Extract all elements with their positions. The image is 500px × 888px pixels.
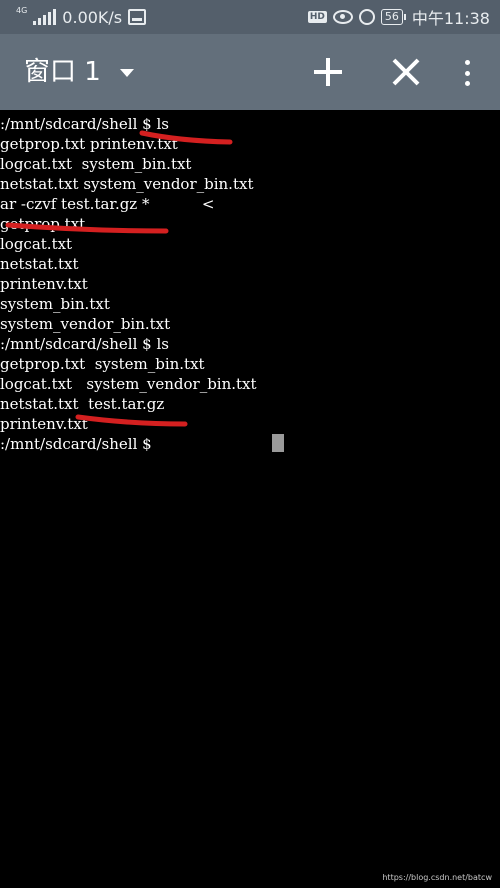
terminal-line: printenv.txt: [0, 415, 88, 433]
alarm-icon: [358, 9, 375, 25]
status-left: 4G 0.00K/s: [16, 6, 147, 28]
watermark: https://blog.csdn.net/batcw: [382, 873, 492, 882]
more-vert-icon[interactable]: [464, 60, 470, 86]
terminal-line: system_bin.txt: [0, 295, 110, 313]
terminal-line: netstat.txt system_vendor_bin.txt: [0, 175, 254, 193]
eye-comfort-icon: [332, 10, 353, 24]
window-title[interactable]: 窗口 1: [24, 56, 101, 88]
status-bar: 4G 0.00K/s HD 56 中午11:38: [0, 0, 500, 34]
clock: 中午11:38: [411, 9, 490, 28]
terminal-line: printenv.txt: [0, 275, 88, 293]
terminal-line: ar -czvf test.tar.gz * <: [0, 195, 215, 213]
terminal-line: netstat.txt: [0, 255, 79, 273]
terminal-output[interactable]: :/mnt/sdcard/shell $ ls getprop.txt prin…: [0, 114, 500, 888]
terminal-line: logcat.txt system_bin.txt: [0, 155, 192, 173]
close-icon[interactable]: [392, 58, 420, 86]
battery-level: 56: [380, 9, 403, 25]
terminal-line: :/mnt/sdcard/shell $ ls: [0, 335, 169, 353]
hd-icon: HD: [307, 11, 327, 23]
status-right: HD 56 中午11:38: [307, 6, 490, 28]
terminal-line: getprop.txt printenv.txt: [0, 135, 178, 153]
network-type-label: 4G: [16, 6, 28, 15]
battery-icon: 56: [380, 9, 406, 25]
terminal-line: getprop.txt system_bin.txt: [0, 355, 205, 373]
plus-icon[interactable]: [314, 58, 342, 86]
network-speed: 0.00K/s: [62, 7, 123, 27]
terminal-line: logcat.txt: [0, 235, 73, 253]
terminal-line: system_vendor_bin.txt: [0, 315, 171, 333]
terminal-line: logcat.txt system_vendor_bin.txt: [0, 375, 257, 393]
signal-icon: [33, 9, 57, 25]
app-bar: 窗口 1: [0, 34, 500, 110]
terminal-line: netstat.txt test.tar.gz: [0, 395, 165, 413]
terminal-line: getprop.txt: [0, 215, 86, 233]
terminal-line: :/mnt/sdcard/shell $: [0, 435, 152, 453]
image-notification-icon: [128, 9, 147, 25]
terminal-cursor: [272, 434, 284, 452]
dropdown-arrow-icon[interactable]: [120, 69, 134, 77]
terminal-line: :/mnt/sdcard/shell $ ls: [0, 115, 169, 133]
